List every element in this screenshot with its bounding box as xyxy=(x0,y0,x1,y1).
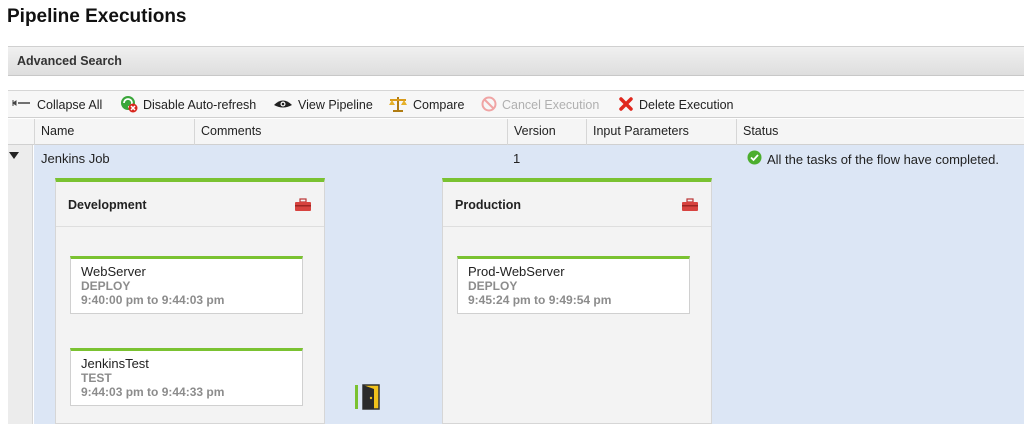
execution-name[interactable]: Jenkins Job xyxy=(41,151,110,166)
task-type: TEST xyxy=(81,371,112,385)
collapse-all-button[interactable]: Collapse All xyxy=(12,96,102,114)
stage-card: Production Prod-WebServer DEPLOY 9:45:24… xyxy=(442,178,712,424)
check-circle-icon xyxy=(747,150,762,168)
gate-door-icon[interactable] xyxy=(355,383,381,416)
task-type: DEPLOY xyxy=(468,279,518,293)
task-name: Prod-WebServer xyxy=(468,264,565,279)
cancel-icon xyxy=(481,96,497,115)
task-card[interactable]: JenkinsTest TEST 9:44:03 pm to 9:44:33 p… xyxy=(70,348,303,406)
stage-name: Development xyxy=(68,198,147,212)
toolbox-icon[interactable] xyxy=(681,198,699,217)
status-text: All the tasks of the flow have completed… xyxy=(767,151,999,167)
task-time: 9:45:24 pm to 9:49:54 pm xyxy=(468,293,612,307)
column-header-version[interactable]: Version xyxy=(507,119,586,145)
column-header-comments[interactable]: Comments xyxy=(194,119,507,145)
stage-divider xyxy=(56,226,324,227)
delete-icon xyxy=(618,96,634,115)
cancel-execution-button[interactable]: Cancel Execution xyxy=(481,96,599,114)
task-card[interactable]: Prod-WebServer DEPLOY 9:45:24 pm to 9:49… xyxy=(457,256,690,314)
row-gutter xyxy=(8,145,33,424)
disable-auto-refresh-button[interactable]: Disable Auto-refresh xyxy=(120,95,256,116)
scales-icon xyxy=(388,95,408,116)
view-pipeline-button[interactable]: View Pipeline xyxy=(273,96,373,114)
task-type: DEPLOY xyxy=(81,279,131,293)
task-name: WebServer xyxy=(81,264,146,279)
task-time: 9:44:03 pm to 9:44:33 pm xyxy=(81,385,225,399)
advanced-search-label: Advanced Search xyxy=(17,54,122,68)
task-card[interactable]: WebServer DEPLOY 9:40:00 pm to 9:44:03 p… xyxy=(70,256,303,314)
stage-name: Production xyxy=(455,198,521,212)
refresh-disable-icon xyxy=(120,95,138,116)
task-name: JenkinsTest xyxy=(81,356,149,371)
column-header-name[interactable]: Name xyxy=(34,119,194,145)
execution-version: 1 xyxy=(513,151,521,166)
collapse-all-icon xyxy=(12,98,32,113)
stage-divider xyxy=(443,226,711,227)
stage-card: Development WebServer DEPLOY 9:40:00 pm … xyxy=(55,178,325,424)
eye-icon xyxy=(273,98,293,113)
execution-status: All the tasks of the flow have completed… xyxy=(747,150,999,168)
toolbar: Collapse All Disable Auto-refresh View P… xyxy=(8,90,1024,118)
column-header-row: Name Comments Version Input Parameters S… xyxy=(8,119,1024,145)
task-time: 9:40:00 pm to 9:44:03 pm xyxy=(81,293,225,307)
column-header-input-parameters[interactable]: Input Parameters xyxy=(586,119,736,145)
column-header-status[interactable]: Status xyxy=(736,119,1024,145)
delete-execution-button[interactable]: Delete Execution xyxy=(618,96,734,114)
toolbox-icon[interactable] xyxy=(294,198,312,217)
compare-button[interactable]: Compare xyxy=(388,96,464,114)
page-title: Pipeline Executions xyxy=(7,6,187,27)
expand-toggle-icon[interactable] xyxy=(9,152,19,159)
advanced-search-bar[interactable]: Advanced Search xyxy=(8,46,1024,76)
